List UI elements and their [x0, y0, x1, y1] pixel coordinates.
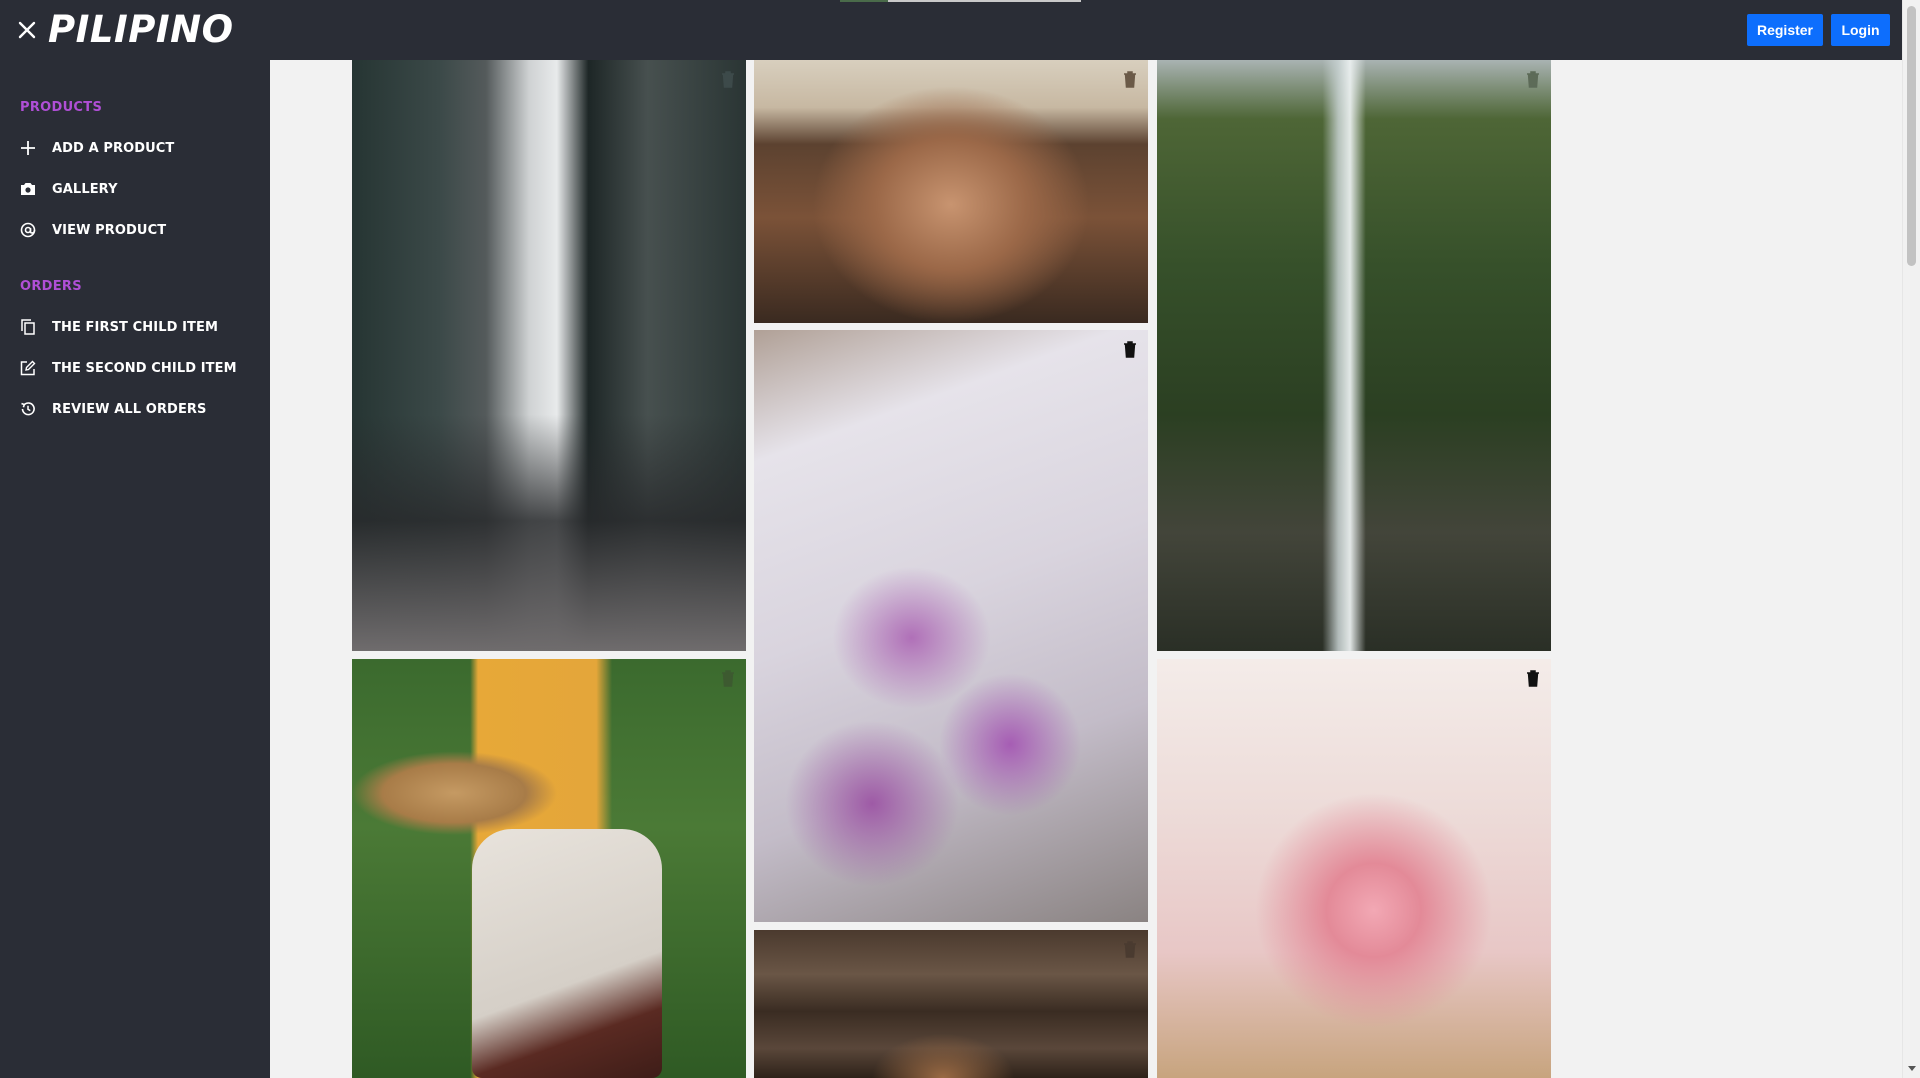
loading-progress-bar — [840, 0, 1081, 2]
plus-icon — [18, 138, 38, 158]
sidebar-item-label: THE FIRST CHILD ITEM — [52, 319, 219, 335]
sidebar-item-gallery[interactable]: GALLERY — [18, 175, 258, 203]
sidebar-item-label: ADD A PRODUCT — [52, 140, 175, 156]
sidebar-section-orders: ORDERS — [20, 279, 82, 294]
close-sidebar-button[interactable] — [8, 11, 46, 49]
gallery-photo-waterfall[interactable] — [1157, 60, 1551, 651]
loading-progress-fill — [840, 0, 889, 2]
login-button[interactable]: Login — [1831, 14, 1890, 46]
gallery-photo-woman-in-hat[interactable] — [754, 60, 1148, 323]
sidebar-item-label: GALLERY — [52, 181, 118, 197]
sidebar-item-label: REVIEW ALL ORDERS — [52, 401, 207, 417]
trash-icon[interactable] — [1525, 70, 1541, 88]
trash-icon[interactable] — [1122, 340, 1138, 358]
sidebar: PRODUCTS ADD A PRODUCT GALLERY VIEW PROD… — [0, 60, 270, 1078]
gallery-photo-city-buildings[interactable] — [352, 60, 746, 651]
gallery-photo-straw-hat[interactable] — [352, 659, 746, 1078]
sidebar-item-second-child[interactable]: THE SECOND CHILD ITEM — [18, 354, 258, 382]
camera-icon — [18, 179, 38, 199]
edit-icon — [18, 358, 38, 378]
photo-detail — [472, 829, 662, 1078]
scroll-down-arrow-icon[interactable] — [1907, 1064, 1917, 1072]
sidebar-item-label: VIEW PRODUCT — [52, 222, 167, 238]
scrollbar-thumb[interactable] — [1907, 6, 1916, 266]
register-button[interactable]: Register — [1747, 14, 1823, 46]
trash-icon[interactable] — [1122, 940, 1138, 958]
history-icon — [18, 399, 38, 419]
sidebar-item-review-orders[interactable]: REVIEW ALL ORDERS — [18, 395, 258, 423]
gallery-photo-tulip-bouquet[interactable] — [754, 330, 1148, 922]
trash-icon[interactable] — [1122, 70, 1138, 88]
gallery-photo-pink-roses[interactable] — [1157, 659, 1551, 1078]
close-icon — [18, 21, 36, 39]
sidebar-item-first-child[interactable]: THE FIRST CHILD ITEM — [18, 313, 258, 341]
at-icon — [18, 220, 38, 240]
sidebar-item-label: THE SECOND CHILD ITEM — [52, 360, 237, 376]
sidebar-item-view-product[interactable]: VIEW PRODUCT — [18, 216, 258, 244]
copy-icon — [18, 317, 38, 337]
trash-icon[interactable] — [1525, 669, 1541, 687]
top-header: PILIPINO Register Login — [0, 0, 1902, 60]
trash-icon[interactable] — [720, 70, 736, 88]
trash-icon[interactable] — [720, 669, 736, 687]
gallery-photo-bear-on-wood[interactable] — [754, 930, 1148, 1078]
page-scrollbar[interactable] — [1902, 0, 1920, 1078]
sidebar-section-products: PRODUCTS — [20, 100, 103, 115]
brand-logo[interactable]: PILIPINO — [48, 8, 234, 52]
sidebar-item-add-product[interactable]: ADD A PRODUCT — [18, 134, 258, 162]
